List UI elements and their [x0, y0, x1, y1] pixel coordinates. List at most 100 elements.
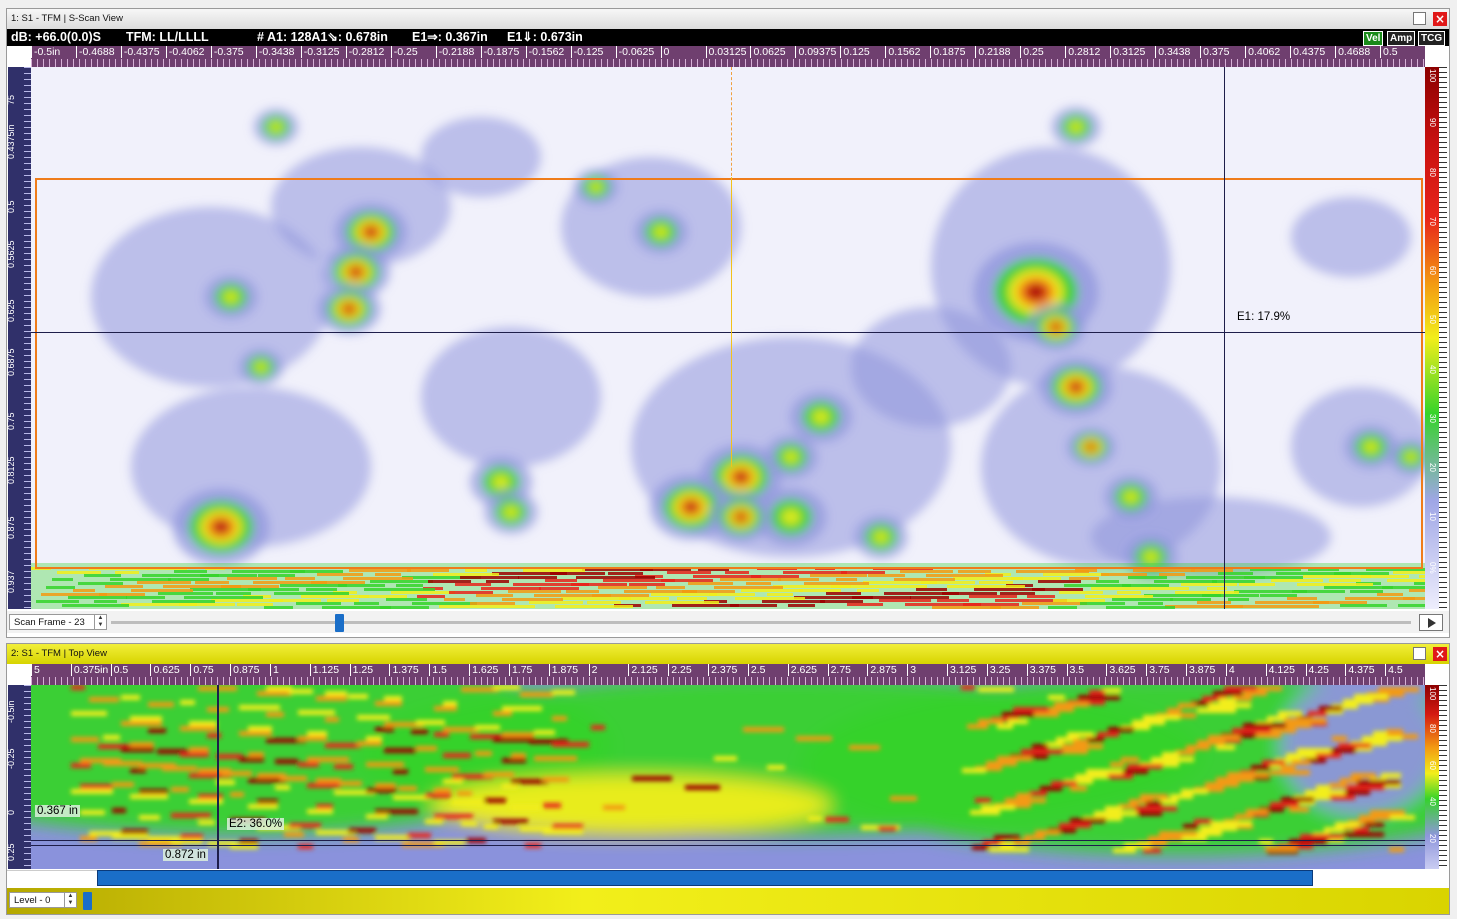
spinner-arrows-icon[interactable]: ▲ ▼: [94, 615, 106, 629]
heatmap-band: [1170, 598, 1211, 601]
topview-y-ruler-ticks: [24, 685, 31, 869]
heatmap-streak: [425, 819, 443, 824]
heatmap-band: [1064, 584, 1131, 587]
amp-button[interactable]: Amp: [1387, 31, 1416, 46]
heatmap-streak: [1170, 794, 1193, 799]
heatmap-streak: [1270, 770, 1310, 775]
heatmap-streak: [80, 810, 105, 815]
heatmap-band: [926, 574, 1003, 577]
level-label: Level - 0: [14, 895, 51, 906]
heatmap-streak: [493, 711, 512, 716]
vel-button[interactable]: Vel: [1363, 31, 1384, 46]
maximize-icon[interactable]: [1413, 647, 1426, 660]
heatmap-band: [677, 597, 707, 600]
heatmap-band: [751, 575, 799, 578]
ruler-tick-label: 75: [8, 94, 16, 105]
heatmap-streak: [289, 689, 313, 694]
heatmap-streak: [71, 685, 85, 690]
heatmap-band: [168, 578, 209, 581]
topview-x-ruler[interactable]: 5 0.375in 0.5 0.625 0.75 0.875 1 1.125 1.25 1.375…: [31, 664, 1425, 685]
heatmap-streak: [1032, 744, 1048, 749]
ruler-tick-label: 2.25: [668, 664, 692, 676]
topview-heatmap: [31, 685, 1425, 869]
cursor-horizontal-1[interactable]: [31, 840, 1425, 841]
sscan-y-ruler[interactable]: 75 0.4375in 0.5 0.5625 0.625 0.6875 0.75 0.8125…: [8, 67, 31, 609]
info-bar: dB: +66.0(0.0)S TFM: LL/LLLL # A1: 128A1…: [7, 29, 1449, 46]
ruler-tick-label: 0.4062: [1245, 46, 1280, 58]
close-icon[interactable]: ×: [1433, 12, 1447, 26]
heatmap-streak: [280, 776, 307, 781]
heatmap-streak: [1197, 708, 1236, 713]
color-scale-ticks: [1439, 685, 1447, 869]
ruler-tick-label: 0.25: [1020, 46, 1044, 58]
heatmap-streak: [511, 805, 540, 810]
play-icon[interactable]: [1419, 614, 1443, 631]
cursor-horizontal[interactable]: [31, 332, 1425, 333]
heatmap-band: [1181, 583, 1237, 586]
heatmap-streak: [1146, 801, 1162, 806]
heatmap-band: [41, 593, 107, 596]
topview-color-scale[interactable]: 100 80 60 40 20: [1425, 685, 1447, 869]
heatmap-streak: [534, 756, 577, 761]
heatmap-streak: [162, 766, 197, 771]
topview-image[interactable]: 0.367 in E2: 36.0% 0.872 in: [31, 685, 1425, 869]
topview-scrollbar[interactable]: [97, 870, 1313, 886]
sscan-color-scale[interactable]: 100 90 80 70 60 50 40 30 20 10 0%: [1425, 67, 1447, 609]
heatmap-band: [963, 603, 1019, 606]
ruler-tick-label: 0.375in: [70, 664, 108, 676]
heatmap-streak: [1035, 830, 1060, 835]
tcg-button[interactable]: TCG: [1418, 31, 1446, 46]
heatmap-band: [46, 586, 75, 589]
heatmap-streak: [348, 694, 368, 699]
level-slider-thumb[interactable]: [83, 892, 92, 910]
gate-box[interactable]: [35, 178, 1423, 569]
heatmap-streak: [1059, 823, 1091, 828]
heatmap-band: [476, 594, 513, 597]
heatmap-streak: [1343, 699, 1373, 704]
heatmap-streak: [552, 690, 575, 695]
heatmap-streak: [603, 805, 625, 810]
close-icon[interactable]: ×: [1433, 647, 1447, 661]
heatmap-band: [1271, 579, 1323, 582]
scan-frame-track[interactable]: [111, 621, 1411, 624]
sscan-image[interactable]: E1: 17.9%: [31, 67, 1425, 609]
heatmap-streak: [275, 785, 290, 790]
cursor-horizontal-2[interactable]: [31, 845, 1425, 846]
ruler-tick-label: 0.4688: [1335, 46, 1370, 58]
heatmap-band: [1000, 592, 1035, 595]
heatmap-band: [364, 588, 435, 591]
topview-y-ruler[interactable]: -0.5in -0.25 0 0.25: [8, 685, 31, 869]
spinner-arrows-icon[interactable]: ▲ ▼: [64, 893, 76, 907]
topview-titlebar[interactable]: 2: S1 - TFM | Top View: [7, 644, 1449, 664]
scrollbar-track[interactable]: [7, 870, 97, 887]
heatmap-band: [592, 594, 649, 597]
heatmap-band: [714, 586, 783, 589]
ruler-tick-label: 0.937: [8, 570, 16, 593]
cursor-vertical[interactable]: [217, 685, 219, 869]
heatmap-band: [216, 592, 251, 595]
maximize-icon[interactable]: [1413, 12, 1426, 25]
level-spinner[interactable]: Level - 0 ▲ ▼: [9, 892, 77, 908]
scan-frame-spinner[interactable]: Scan Frame - 23 ▲ ▼: [9, 614, 107, 630]
heatmap-band: [131, 589, 193, 592]
heatmap-streak: [1200, 826, 1237, 831]
heatmap-band: [386, 598, 427, 601]
sscan-x-ruler[interactable]: -0.5in -0.4688 -0.4375 -0.4062 -0.375 -0.3438…: [31, 46, 1425, 67]
ruler-tick-label: -0.3125: [300, 46, 339, 58]
sscan-titlebar[interactable]: 1: S1 - TFM | S-Scan View: [7, 9, 1449, 29]
scan-frame-slider-thumb[interactable]: [335, 614, 344, 632]
heatmap-streak: [714, 756, 737, 761]
heatmap-streak: [1108, 727, 1134, 732]
heatmap-streak: [511, 779, 548, 784]
color-scale-ticks: [1439, 67, 1447, 609]
cursor-vertical[interactable]: [1224, 67, 1225, 609]
heatmap-band: [311, 581, 365, 584]
heatmap-streak: [1297, 748, 1331, 753]
heatmap-streak: [1105, 806, 1122, 811]
heatmap-streak: [307, 809, 333, 814]
heatmap-band: [661, 579, 713, 582]
heatmap-streak: [1002, 712, 1034, 717]
heatmap-streak: [443, 753, 471, 758]
heatmap-band: [1260, 594, 1297, 597]
heatmap-streak: [130, 742, 154, 747]
